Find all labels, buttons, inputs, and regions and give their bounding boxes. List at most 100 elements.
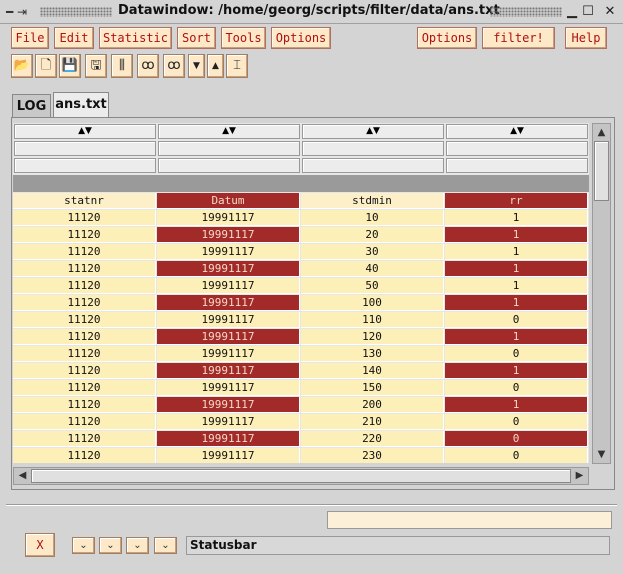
menu-help[interactable]: Help [565,27,607,49]
table-cell[interactable]: 100 [301,295,444,311]
table-cell[interactable]: 220 [301,431,444,447]
nav-button[interactable]: ⌄ [154,537,177,554]
filter-input[interactable] [446,141,588,156]
status-input[interactable] [327,511,612,529]
table-cell[interactable]: 30 [301,244,444,260]
filter-input[interactable] [302,141,444,156]
nav-button[interactable]: ⌄ [72,537,95,554]
table-cell[interactable]: 11120 [13,261,156,277]
tab-ans-txt[interactable]: ans.txt [53,92,109,118]
menu-edit[interactable]: Edit [54,27,94,49]
table-cell[interactable]: 19991117 [157,312,300,328]
table-cell[interactable]: 11120 [13,278,156,294]
menu-tools[interactable]: Tools [221,27,266,49]
save-as-icon[interactable]: 🖫 [85,54,107,78]
arrow-down-icon[interactable]: ▼ [188,54,205,78]
table-cell[interactable]: 19991117 [157,346,300,362]
table-cell[interactable]: 11120 [13,329,156,345]
columns-icon[interactable]: ⫼ [111,54,133,78]
tab-log[interactable]: LOG [12,94,51,118]
table-cell[interactable]: 0 [445,380,588,396]
table-cell[interactable]: 19991117 [157,210,300,226]
menu-statistic[interactable]: Statistic [99,27,172,49]
close-icon[interactable]: ✕ [602,4,618,20]
menu-sort[interactable]: Sort [177,27,216,49]
column-header[interactable]: rr [445,193,588,209]
table-cell[interactable]: 19991117 [157,295,300,311]
table-cell[interactable]: 1 [445,363,588,379]
table-cell[interactable]: 19991117 [157,329,300,345]
column-header[interactable]: stdmin [301,193,444,209]
scroll-thumb[interactable] [31,469,571,483]
table-cell[interactable]: 130 [301,346,444,362]
close-button[interactable]: X [25,533,55,557]
table-cell[interactable]: 0 [445,431,588,447]
table-cell[interactable]: 0 [445,312,588,328]
glasses-alt-icon[interactable]: ꝏ [163,54,185,78]
table-cell[interactable]: 140 [301,363,444,379]
table-cell[interactable]: 19991117 [157,397,300,413]
table-cell[interactable]: 11120 [13,363,156,379]
table-cell[interactable]: 1 [445,210,588,226]
sort-button[interactable]: ▲▼ [302,124,444,139]
nav-button[interactable]: ⌄ [126,537,149,554]
table-cell[interactable]: 1 [445,295,588,311]
table-cell[interactable]: 1 [445,244,588,260]
minimize-icon[interactable]: ▁ [564,4,580,20]
table-cell[interactable]: 11120 [13,380,156,396]
merge-icon[interactable]: ⌶ [226,54,248,78]
scroll-thumb[interactable] [594,141,609,201]
table-cell[interactable]: 19991117 [157,380,300,396]
menu-options[interactable]: Options [271,27,331,49]
filter-input[interactable] [302,158,444,173]
filter-button[interactable]: filter! [482,27,555,49]
vertical-scrollbar[interactable]: ▲ ▼ [592,123,611,464]
sort-button[interactable]: ▲▼ [158,124,300,139]
table-cell[interactable]: 11120 [13,346,156,362]
new-file-icon[interactable]: 🗋 [35,54,57,78]
filter-input[interactable] [158,158,300,173]
table-cell[interactable]: 19991117 [157,227,300,243]
table-cell[interactable]: 210 [301,414,444,430]
table-cell[interactable]: 11120 [13,295,156,311]
table-cell[interactable]: 1 [445,278,588,294]
table-cell[interactable]: 19991117 [157,448,300,463]
table-cell[interactable]: 1 [445,227,588,243]
maximize-icon[interactable]: ☐ [580,4,596,20]
table-cell[interactable]: 19991117 [157,363,300,379]
table-cell[interactable]: 110 [301,312,444,328]
table-cell[interactable]: 50 [301,278,444,294]
table-cell[interactable]: 11120 [13,397,156,413]
table-cell[interactable]: 11120 [13,227,156,243]
table-cell[interactable]: 19991117 [157,431,300,447]
table-cell[interactable]: 11120 [13,448,156,463]
table-cell[interactable]: 20 [301,227,444,243]
scroll-down-icon[interactable]: ▼ [594,447,609,462]
column-header[interactable]: Datum [157,193,300,209]
options-button[interactable]: Options [417,27,477,49]
table-cell[interactable]: 11120 [13,312,156,328]
table-cell[interactable]: 19991117 [157,261,300,277]
table-cell[interactable]: 230 [301,448,444,463]
table-cell[interactable]: 1 [445,261,588,277]
table-cell[interactable]: 10 [301,210,444,226]
column-header[interactable]: statnr [13,193,156,209]
scroll-right-icon[interactable]: ▶ [572,469,587,483]
folder-open-icon[interactable]: 📂 [11,54,33,78]
table-cell[interactable]: 19991117 [157,278,300,294]
table-cell[interactable]: 1 [445,397,588,413]
filter-input[interactable] [14,141,156,156]
table-cell[interactable]: 11120 [13,431,156,447]
filter-input[interactable] [446,158,588,173]
horizontal-scrollbar[interactable]: ◀ ▶ [13,467,589,485]
scroll-left-icon[interactable]: ◀ [15,469,30,483]
table-cell[interactable]: 40 [301,261,444,277]
table-cell[interactable]: 11120 [13,244,156,260]
table-cell[interactable]: 0 [445,414,588,430]
menu-file[interactable]: File [11,27,49,49]
table-cell[interactable]: 200 [301,397,444,413]
filter-input[interactable] [158,141,300,156]
table-cell[interactable]: 1 [445,329,588,345]
save-icon[interactable]: 💾 [59,54,81,78]
table-cell[interactable]: 150 [301,380,444,396]
